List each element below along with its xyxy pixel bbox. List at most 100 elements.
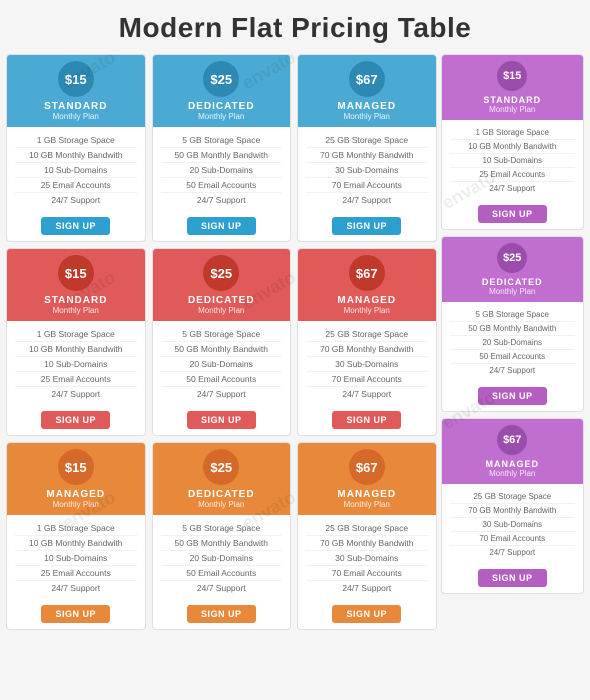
feature-item: 24/7 Support xyxy=(15,193,137,207)
plan-name: DEDICATED xyxy=(157,489,287,500)
price-badge: $15 xyxy=(58,449,94,485)
features-list: 25 GB Storage Space 70 GB Monthly Bandwi… xyxy=(442,484,584,565)
price-badge: $25 xyxy=(497,243,527,273)
signup-button[interactable]: Sign Up xyxy=(41,605,110,623)
feature-item: 20 Sub-Domains xyxy=(161,357,283,372)
feature-item: 30 Sub-Domains xyxy=(450,518,576,532)
signup-button[interactable]: Sign Up xyxy=(332,411,401,429)
plan-header: $25 DEDICATED Monthly Plan xyxy=(153,249,291,321)
features-list: 5 GB Storage Space 50 GB Monthly Bandwit… xyxy=(442,302,584,383)
feature-item: 30 Sub-Domains xyxy=(306,551,428,566)
feature-item: 30 Sub-Domains xyxy=(306,163,428,178)
feature-item: 70 GB Monthly Bandwith xyxy=(450,504,576,518)
plan-header: $15 MANAGED Monthly Plan xyxy=(7,443,145,515)
feature-item: 24/7 Support xyxy=(15,387,137,401)
signup-button[interactable]: Sign Up xyxy=(187,411,256,429)
plan-header: $67 MANAGED Monthly Plan xyxy=(442,419,584,484)
plan-header: $25 DEDICATED Monthly Plan xyxy=(442,237,584,302)
plan-subtitle: Monthly Plan xyxy=(11,112,141,121)
price-badge: $15 xyxy=(58,61,94,97)
feature-item: 50 Email Accounts xyxy=(161,566,283,581)
plan-subtitle: Monthly Plan xyxy=(11,306,141,315)
plan-card-r2c2: $25 DEDICATED Monthly Plan 5 GB Storage … xyxy=(152,248,292,436)
feature-item: 1 GB Storage Space xyxy=(15,133,137,148)
price-badge: $25 xyxy=(203,255,239,291)
plan-subtitle: Monthly Plan xyxy=(302,112,432,121)
feature-item: 10 Sub-Domains xyxy=(15,551,137,566)
plan-name: MANAGED xyxy=(302,101,432,112)
feature-item: 25 GB Storage Space xyxy=(306,327,428,342)
feature-item: 50 GB Monthly Bandwith xyxy=(161,148,283,163)
plan-card-r1c2: $25 DEDICATED Monthly Plan 5 GB Storage … xyxy=(152,54,292,242)
feature-item: 50 GB Monthly Bandwith xyxy=(450,322,576,336)
signup-button[interactable]: Sign Up xyxy=(41,411,110,429)
feature-item: 70 Email Accounts xyxy=(450,532,576,546)
price-badge: $67 xyxy=(349,449,385,485)
feature-item: 24/7 Support xyxy=(161,387,283,401)
plan-card-r3c1: $15 MANAGED Monthly Plan 1 GB Storage Sp… xyxy=(6,442,146,630)
price-badge: $25 xyxy=(203,449,239,485)
signup-button[interactable]: Sign Up xyxy=(478,205,547,223)
plan-card-right3: $67 MANAGED Monthly Plan 25 GB Storage S… xyxy=(441,418,585,594)
feature-item: 5 GB Storage Space xyxy=(161,133,283,148)
feature-item: 25 GB Storage Space xyxy=(306,133,428,148)
plan-name: STANDARD xyxy=(446,95,580,105)
price-badge: $15 xyxy=(497,61,527,91)
plan-subtitle: Monthly Plan xyxy=(157,112,287,121)
feature-item: 10 GB Monthly Bandwith xyxy=(15,342,137,357)
feature-item: 10 GB Monthly Bandwith xyxy=(15,536,137,551)
feature-item: 50 Email Accounts xyxy=(161,372,283,387)
plan-card-r1c1: $15 STANDARD Monthly Plan 1 GB Storage S… xyxy=(6,54,146,242)
left-panels: $15 STANDARD Monthly Plan 1 GB Storage S… xyxy=(4,54,439,630)
signup-button[interactable]: Sign Up xyxy=(332,605,401,623)
feature-item: 25 Email Accounts xyxy=(15,178,137,193)
plan-subtitle: Monthly Plan xyxy=(446,105,580,114)
feature-item: 1 GB Storage Space xyxy=(15,521,137,536)
plan-header: $25 DEDICATED Monthly Plan xyxy=(153,443,291,515)
plan-header: $15 STANDARD Monthly Plan xyxy=(442,55,584,120)
signup-button[interactable]: Sign Up xyxy=(41,217,110,235)
features-list: 5 GB Storage Space 50 GB Monthly Bandwit… xyxy=(153,127,291,213)
feature-item: 10 Sub-Domains xyxy=(450,154,576,168)
features-list: 1 GB Storage Space 10 GB Monthly Bandwit… xyxy=(7,515,145,601)
plan-subtitle: Monthly Plan xyxy=(157,306,287,315)
plan-card-right1: $15 STANDARD Monthly Plan 1 GB Storage S… xyxy=(441,54,585,230)
plan-name: MANAGED xyxy=(446,459,580,469)
plan-card-r3c3: $67 MANAGED Monthly Plan 25 GB Storage S… xyxy=(297,442,437,630)
feature-item: 5 GB Storage Space xyxy=(450,308,576,322)
feature-item: 50 GB Monthly Bandwith xyxy=(161,342,283,357)
features-list: 1 GB Storage Space 10 GB Monthly Bandwit… xyxy=(7,321,145,407)
plan-card-r2c1: $15 STANDARD Monthly Plan 1 GB Storage S… xyxy=(6,248,146,436)
feature-item: 10 Sub-Domains xyxy=(15,357,137,372)
plan-card-r1c3: $67 MANAGED Monthly Plan 25 GB Storage S… xyxy=(297,54,437,242)
plan-header: $25 DEDICATED Monthly Plan xyxy=(153,55,291,127)
price-badge: $67 xyxy=(497,425,527,455)
feature-item: 25 Email Accounts xyxy=(450,168,576,182)
plan-subtitle: Monthly Plan xyxy=(157,500,287,509)
price-badge: $67 xyxy=(349,61,385,97)
signup-button[interactable]: Sign Up xyxy=(187,217,256,235)
feature-item: 70 Email Accounts xyxy=(306,178,428,193)
feature-item: 24/7 Support xyxy=(450,364,576,377)
signup-button[interactable]: Sign Up xyxy=(187,605,256,623)
feature-item: 24/7 Support xyxy=(306,193,428,207)
feature-item: 70 GB Monthly Bandwith xyxy=(306,342,428,357)
feature-item: 10 Sub-Domains xyxy=(15,163,137,178)
plan-subtitle: Monthly Plan xyxy=(11,500,141,509)
feature-item: 70 GB Monthly Bandwith xyxy=(306,148,428,163)
signup-button[interactable]: Sign Up xyxy=(332,217,401,235)
feature-item: 25 Email Accounts xyxy=(15,566,137,581)
feature-item: 24/7 Support xyxy=(306,387,428,401)
feature-item: 20 Sub-Domains xyxy=(450,336,576,350)
feature-item: 25 Email Accounts xyxy=(15,372,137,387)
plan-name: STANDARD xyxy=(11,295,141,306)
signup-button[interactable]: Sign Up xyxy=(478,569,547,587)
signup-button[interactable]: Sign Up xyxy=(478,387,547,405)
plan-name: DEDICATED xyxy=(446,277,580,287)
page-title: Modern Flat Pricing Table xyxy=(0,0,590,54)
feature-item: 24/7 Support xyxy=(306,581,428,595)
pricing-grid: $15 STANDARD Monthly Plan 1 GB Storage S… xyxy=(0,54,590,630)
features-list: 1 GB Storage Space 10 GB Monthly Bandwit… xyxy=(442,120,584,201)
feature-item: 20 Sub-Domains xyxy=(161,551,283,566)
plan-name: MANAGED xyxy=(11,489,141,500)
